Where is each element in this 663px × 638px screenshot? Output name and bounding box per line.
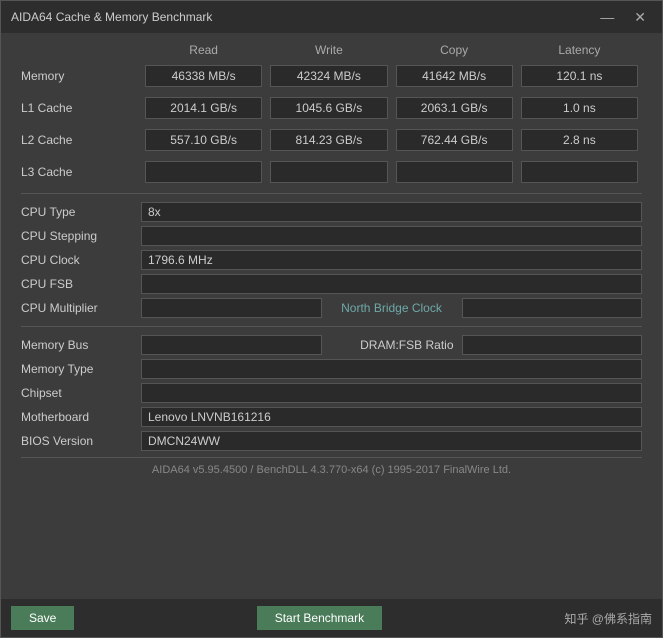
motherboard-row: Motherboard Lenovo LNVNB161216	[21, 407, 642, 427]
table-headers: Read Write Copy Latency	[21, 43, 642, 61]
divider-2	[21, 326, 642, 327]
memory-type-value	[141, 359, 642, 379]
cpu-multiplier-row: CPU Multiplier North Bridge Clock	[21, 298, 642, 318]
cpu-fsb-label: CPU FSB	[21, 277, 141, 291]
window-title: AIDA64 Cache & Memory Benchmark	[11, 10, 212, 24]
l3-write-value	[270, 161, 387, 183]
save-button[interactable]: Save	[11, 606, 74, 630]
bios-version-label: BIOS Version	[21, 434, 141, 448]
header-copy: Copy	[392, 43, 517, 57]
cpu-type-label: CPU Type	[21, 205, 141, 219]
cpu-clock-label: CPU Clock	[21, 253, 141, 267]
memory-latency-cell: 120.1 ns	[521, 65, 638, 87]
dram-fsb-ratio-label: DRAM:FSB Ratio	[322, 338, 462, 352]
chipset-value	[141, 383, 642, 403]
l1-latency-value: 1.0 ns	[521, 97, 638, 119]
content-area: Read Write Copy Latency Memory 46338 MB/…	[1, 33, 662, 599]
motherboard-value: Lenovo LNVNB161216	[141, 407, 642, 427]
l1-copy-value: 2063.1 GB/s	[396, 97, 513, 119]
l2-write-cell: 814.23 GB/s	[270, 129, 387, 151]
l2-copy-value: 762.44 GB/s	[396, 129, 513, 151]
minimize-button[interactable]: —	[594, 8, 620, 26]
l2-copy-cell: 762.44 GB/s	[396, 129, 513, 151]
memory-write-value: 42324 MB/s	[270, 65, 387, 87]
bios-version-value: DMCN24WW	[141, 431, 642, 451]
title-bar: AIDA64 Cache & Memory Benchmark — ✕	[1, 1, 662, 33]
table-row-l3: L3 Cache	[21, 161, 642, 183]
l3-read-cell	[145, 161, 262, 183]
l1-label: L1 Cache	[21, 101, 141, 115]
memory-type-row: Memory Type	[21, 359, 642, 379]
l1-read-value: 2014.1 GB/s	[145, 97, 262, 119]
main-window: AIDA64 Cache & Memory Benchmark — ✕ Read…	[0, 0, 663, 638]
chipset-label: Chipset	[21, 386, 141, 400]
motherboard-label: Motherboard	[21, 410, 141, 424]
close-button[interactable]: ✕	[628, 8, 652, 26]
cpu-stepping-row: CPU Stepping	[21, 226, 642, 246]
l3-latency-value	[521, 161, 638, 183]
cpu-multiplier-label: CPU Multiplier	[21, 301, 141, 315]
l2-read-value: 557.10 GB/s	[145, 129, 262, 151]
l2-latency-cell: 2.8 ns	[521, 129, 638, 151]
l2-read-cell: 557.10 GB/s	[145, 129, 262, 151]
memory-write-cell: 42324 MB/s	[270, 65, 387, 87]
cpu-type-value: 8x	[141, 202, 642, 222]
bottom-bar: Save Start Benchmark 知乎 @佛系指南	[1, 599, 662, 637]
l1-write-value: 1045.6 GB/s	[270, 97, 387, 119]
memory-bus-row: Memory Bus DRAM:FSB Ratio	[21, 335, 642, 355]
start-benchmark-button[interactable]: Start Benchmark	[257, 606, 382, 630]
memory-type-label: Memory Type	[21, 362, 141, 376]
cpu-stepping-value	[141, 226, 642, 246]
cpu-clock-value: 1796.6 MHz	[141, 250, 642, 270]
cpu-type-row: CPU Type 8x	[21, 202, 642, 222]
table-row-l2: L2 Cache 557.10 GB/s 814.23 GB/s 762.44 …	[21, 129, 642, 151]
cpu-fsb-value	[141, 274, 642, 294]
title-bar-controls: — ✕	[594, 8, 652, 26]
memory-bus-label: Memory Bus	[21, 338, 141, 352]
l2-latency-value: 2.8 ns	[521, 129, 638, 151]
cpu-clock-row: CPU Clock 1796.6 MHz	[21, 250, 642, 270]
memory-read-value: 46338 MB/s	[145, 65, 262, 87]
chipset-row: Chipset	[21, 383, 642, 403]
watermark-text: 知乎 @佛系指南	[564, 610, 652, 627]
table-row-memory: Memory 46338 MB/s 42324 MB/s 41642 MB/s …	[21, 65, 642, 87]
l3-write-cell	[270, 161, 387, 183]
l3-copy-value	[396, 161, 513, 183]
cpu-fsb-row: CPU FSB	[21, 274, 642, 294]
bios-version-row: BIOS Version DMCN24WW	[21, 431, 642, 451]
l3-latency-cell	[521, 161, 638, 183]
divider-1	[21, 193, 642, 194]
l3-read-value	[145, 161, 262, 183]
north-bridge-clock-label: North Bridge Clock	[322, 301, 462, 315]
header-read: Read	[141, 43, 266, 57]
dram-fsb-ratio-value	[462, 335, 643, 355]
table-row-l1: L1 Cache 2014.1 GB/s 1045.6 GB/s 2063.1 …	[21, 97, 642, 119]
footer-info: AIDA64 v5.95.4500 / BenchDLL 4.3.770-x64…	[21, 457, 642, 482]
header-write: Write	[266, 43, 391, 57]
memory-read-cell: 46338 MB/s	[145, 65, 262, 87]
header-label-col	[21, 43, 141, 57]
memory-latency-value: 120.1 ns	[521, 65, 638, 87]
cpu-multiplier-value	[141, 298, 322, 318]
l2-label: L2 Cache	[21, 133, 141, 147]
memory-label: Memory	[21, 69, 141, 83]
l1-read-cell: 2014.1 GB/s	[145, 97, 262, 119]
l1-latency-cell: 1.0 ns	[521, 97, 638, 119]
l3-label: L3 Cache	[21, 165, 141, 179]
memory-copy-value: 41642 MB/s	[396, 65, 513, 87]
bottom-left-controls: Save	[11, 606, 82, 630]
cpu-stepping-label: CPU Stepping	[21, 229, 141, 243]
memory-bus-value	[141, 335, 322, 355]
info-section: CPU Type 8x CPU Stepping CPU Clock 1796.…	[21, 202, 642, 451]
l3-copy-cell	[396, 161, 513, 183]
l1-write-cell: 1045.6 GB/s	[270, 97, 387, 119]
memory-copy-cell: 41642 MB/s	[396, 65, 513, 87]
north-bridge-clock-value	[462, 298, 643, 318]
header-latency: Latency	[517, 43, 642, 57]
l1-copy-cell: 2063.1 GB/s	[396, 97, 513, 119]
l2-write-value: 814.23 GB/s	[270, 129, 387, 151]
